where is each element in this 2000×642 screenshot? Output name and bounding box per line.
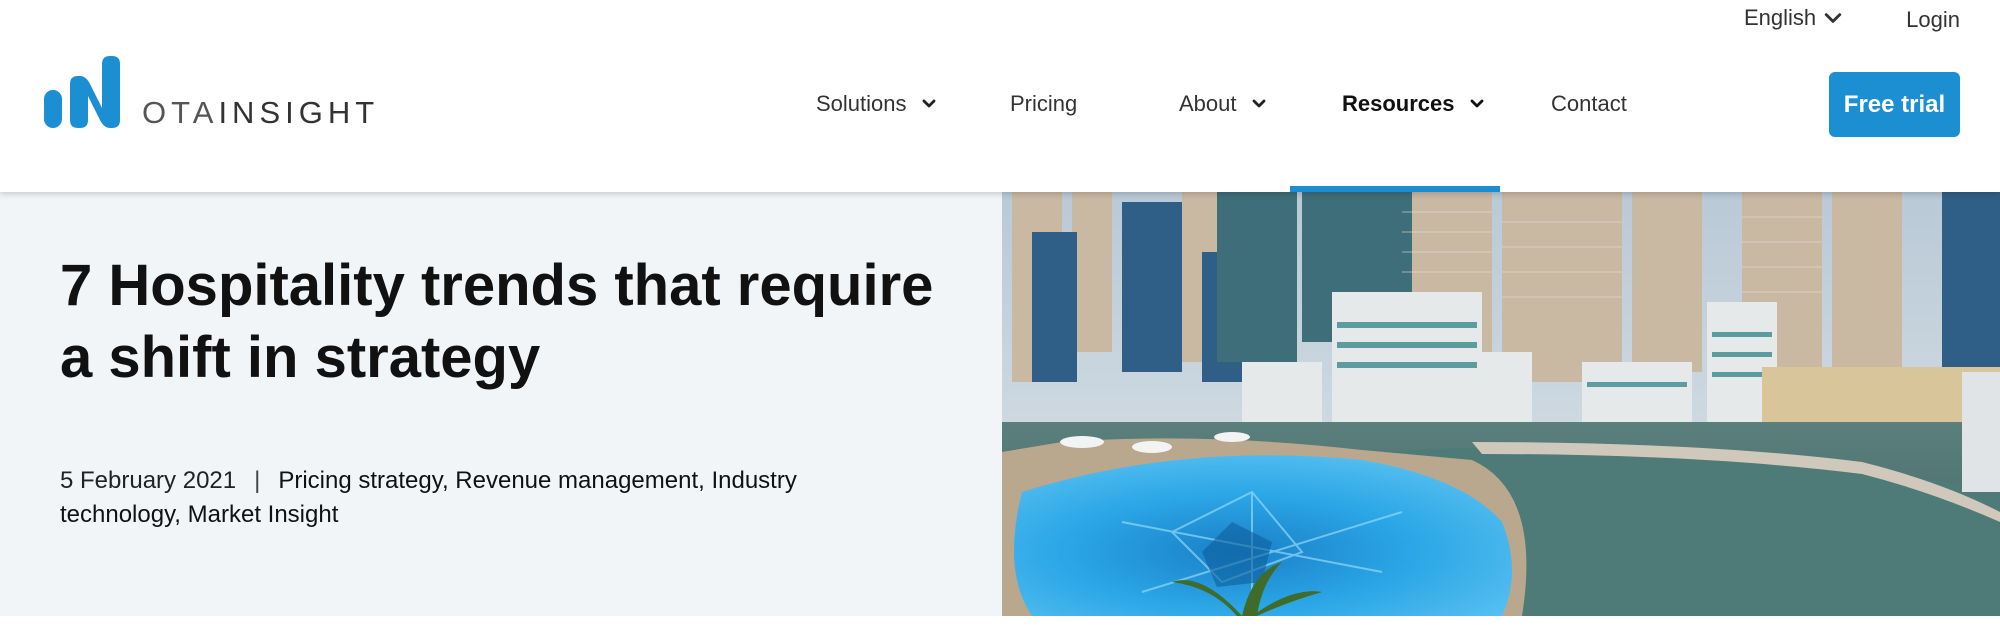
chevron-down-icon (1824, 13, 1842, 23)
meta-separator: | (254, 467, 261, 494)
nav-item-about[interactable]: About (1179, 84, 1267, 124)
logo-text-insight: INSIGHT (218, 95, 380, 130)
language-label: English (1744, 5, 1817, 30)
free-trial-button[interactable]: Free trial (1829, 72, 1960, 137)
utility-bar: English Login (1744, 0, 1960, 36)
chevron-down-icon (1252, 99, 1265, 108)
nav-item-label: Resources (1342, 91, 1455, 116)
nav-item-contact[interactable]: Contact (1551, 84, 1627, 124)
login-link[interactable]: Login (1906, 3, 1960, 33)
logo-text-ota: OTA (142, 95, 219, 130)
site-header: English Login OTAINSIGHT Solutions Prici… (0, 0, 2000, 192)
article-hero-image (1002, 192, 2000, 616)
article-date: 5 February 2021 (60, 467, 237, 494)
nav-item-label: About (1179, 91, 1237, 116)
chevron-down-icon (922, 99, 935, 108)
language-selector[interactable]: English (1744, 5, 1842, 31)
nav-item-label: Pricing (1010, 91, 1078, 116)
nav-item-label: Solutions (816, 91, 907, 116)
nav-item-label: Contact (1551, 91, 1627, 116)
marina-pool-photo (1002, 192, 2000, 616)
article-title: 7 Hospitality trends that require a shif… (60, 253, 934, 390)
nav-item-solutions[interactable]: Solutions (816, 84, 937, 124)
page-bottom-strip (0, 616, 2000, 642)
logo-wordmark: OTAINSIGHT (142, 97, 379, 130)
nav-item-pricing[interactable]: Pricing (1010, 84, 1077, 124)
active-nav-indicator (1290, 186, 1500, 192)
nav-item-resources[interactable]: Resources (1342, 84, 1485, 124)
ota-insight-logo-icon (44, 56, 120, 128)
article-meta: 5 February 2021 | Pricing strategy, Revenu… (60, 464, 880, 532)
article-hero: 7 Hospitality trends that require a shif… (0, 192, 1002, 616)
chevron-down-icon (1470, 99, 1483, 108)
ota-insight-logo[interactable]: OTAINSIGHT (44, 54, 379, 130)
